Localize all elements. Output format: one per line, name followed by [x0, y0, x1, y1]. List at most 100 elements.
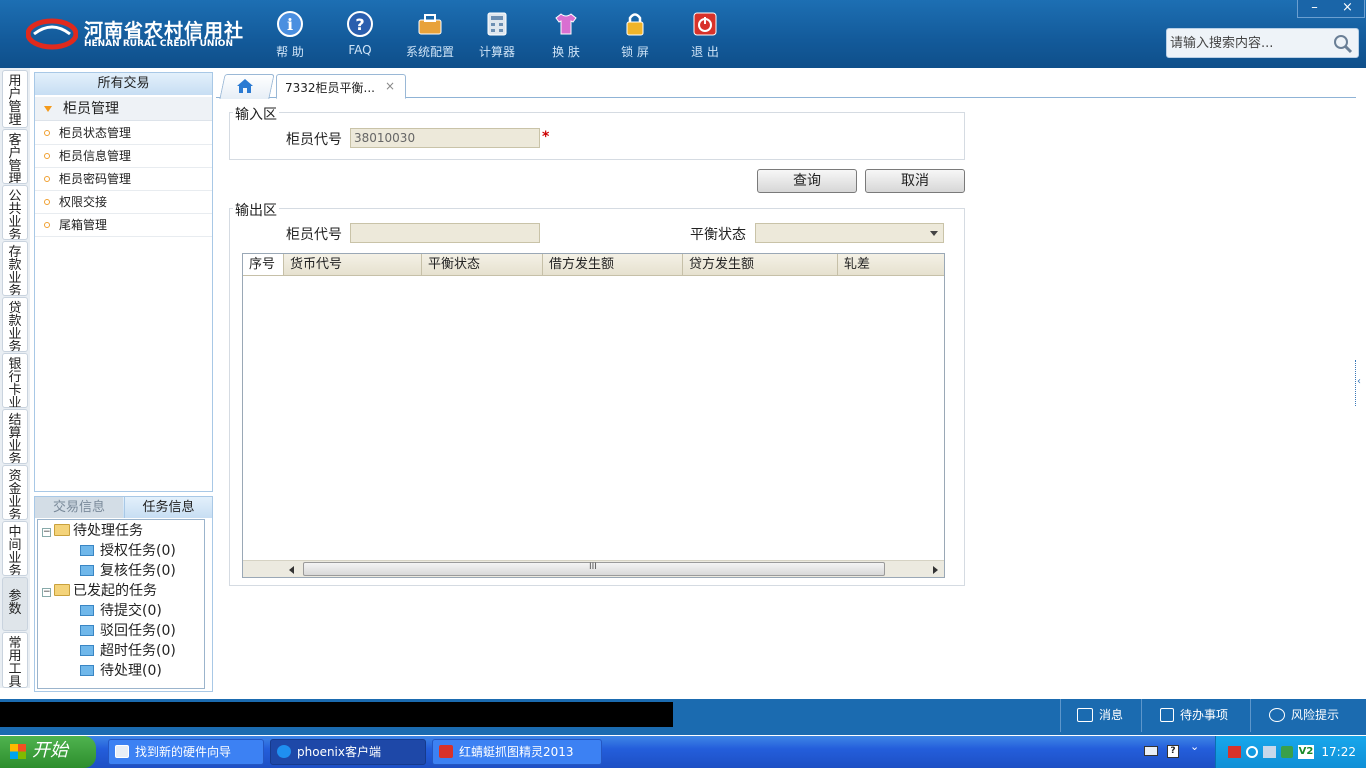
- nav-item-teller-status[interactable]: 柜员状态管理: [35, 122, 212, 145]
- taskbar-item-label: 找到新的硬件向导: [135, 745, 232, 759]
- search-box: [1166, 28, 1359, 58]
- query-button[interactable]: 查询: [757, 169, 857, 193]
- tree-node-authorization-tasks[interactable]: 授权任务(0): [80, 542, 176, 560]
- scroll-left-icon[interactable]: [289, 566, 294, 574]
- search-icon[interactable]: [1332, 33, 1354, 55]
- balance-status-select[interactable]: [755, 223, 944, 243]
- windows-taskbar: 开始 找到新的硬件向导 phoenix客户端 红蜻蜓抓图精灵2013 ? ⌄ V…: [0, 736, 1366, 768]
- vtab-loan-business[interactable]: 贷款业务: [2, 297, 28, 352]
- column-header-balance-status[interactable]: 平衡状态: [422, 254, 543, 276]
- tab-transaction-info[interactable]: 交易信息: [35, 497, 123, 518]
- tree-node-label: 超时任务(0): [100, 643, 176, 659]
- risk-label: 风险提示: [1291, 708, 1340, 722]
- tray-app-icon[interactable]: [1228, 746, 1241, 758]
- chevron-left-icon[interactable]: ‹: [1357, 376, 1361, 387]
- vtab-user-management[interactable]: 用户管理: [2, 70, 28, 128]
- todo-button[interactable]: 待办事项: [1141, 699, 1249, 732]
- tree-node-to-process[interactable]: 待处理(0): [80, 662, 162, 680]
- column-header-difference[interactable]: 轧差: [838, 254, 944, 276]
- collapse-icon[interactable]: −: [42, 528, 51, 537]
- tree-node-initiated-tasks[interactable]: − 已发起的任务: [42, 582, 157, 600]
- tree-node-label: 复核任务(0): [100, 563, 176, 579]
- start-button[interactable]: 开始: [0, 736, 96, 768]
- vtab-customer-management[interactable]: 客户管理: [2, 129, 28, 184]
- document-tab-bar: 7332柜员平衡... ×: [216, 72, 1356, 99]
- security-icon[interactable]: [1281, 746, 1293, 758]
- tree-node-timeout-tasks[interactable]: 超时任务(0): [80, 642, 176, 660]
- nav-item-label: 柜员信息管理: [59, 149, 132, 163]
- nav-panel-header[interactable]: 所有交易: [35, 73, 212, 95]
- nav-item-permission-handover[interactable]: 权限交接: [35, 191, 212, 214]
- required-marker: *: [542, 129, 550, 145]
- input-method-icon[interactable]: ⌄: [1190, 741, 1199, 752]
- teller-id-input[interactable]: [350, 128, 540, 148]
- bullet-icon: [44, 176, 50, 182]
- cancel-button[interactable]: 取消: [865, 169, 965, 193]
- teller-id-label: 柜员代号: [286, 132, 342, 148]
- system-tray: V2 17:22: [1215, 736, 1366, 768]
- wizard-icon: [115, 745, 129, 758]
- task-icon: [80, 645, 94, 656]
- scroll-right-icon[interactable]: [933, 566, 938, 574]
- column-header-debit-amount[interactable]: 借方发生额: [543, 254, 683, 276]
- column-header-credit-amount[interactable]: 贷方发生额: [683, 254, 838, 276]
- minimize-button[interactable]: –: [1298, 0, 1331, 17]
- output-teller-id-label: 柜员代号: [286, 227, 342, 243]
- tree-node-pending-tasks[interactable]: − 待处理任务: [42, 522, 143, 540]
- svg-text:?: ?: [355, 15, 364, 34]
- tree-node-to-submit[interactable]: 待提交(0): [80, 602, 162, 620]
- calculator-button[interactable]: 计算器: [467, 8, 527, 62]
- windows-flag-icon: [10, 744, 26, 759]
- envelope-icon: [1077, 708, 1093, 722]
- system-config-button[interactable]: 系统配置: [400, 8, 460, 62]
- tab-teller-balance[interactable]: 7332柜员平衡... ×: [276, 74, 406, 99]
- taskbar-item-screenshot-tool[interactable]: 红蜻蜓抓图精灵2013: [432, 739, 602, 765]
- help-tray-icon[interactable]: ?: [1167, 745, 1179, 758]
- tree-node-review-tasks[interactable]: 复核任务(0): [80, 562, 176, 580]
- bullet-icon: [44, 153, 50, 159]
- v2-icon[interactable]: V2: [1298, 745, 1314, 759]
- vtab-settlement-business[interactable]: 结算业务: [2, 409, 28, 464]
- bank-logo-icon: [26, 18, 78, 50]
- horizontal-scrollbar[interactable]: III: [243, 560, 944, 577]
- vtab-parameters[interactable]: 参数: [2, 577, 28, 631]
- message-button[interactable]: 消息: [1060, 699, 1140, 732]
- collapse-icon[interactable]: −: [42, 588, 51, 597]
- change-skin-button[interactable]: 换 肤: [536, 8, 596, 62]
- collapse-panel-handle[interactable]: ‹: [1354, 360, 1364, 406]
- column-header-currency[interactable]: 货币代号: [284, 254, 422, 276]
- devices-icon[interactable]: [1263, 746, 1276, 758]
- network-icon[interactable]: [1246, 746, 1258, 758]
- keyboard-icon[interactable]: [1144, 746, 1158, 756]
- lock-screen-button[interactable]: 锁 屏: [605, 8, 665, 62]
- logo-english: HENAN RURAL CREDIT UNION: [84, 39, 233, 49]
- vtab-public-business[interactable]: 公共业务: [2, 185, 28, 240]
- tab-task-info[interactable]: 任务信息: [124, 497, 212, 518]
- help-button[interactable]: i 帮 助: [260, 8, 320, 62]
- taskbar-item-hardware-wizard[interactable]: 找到新的硬件向导: [108, 739, 264, 765]
- tree-node-label: 待处理任务: [73, 523, 143, 539]
- column-header-index[interactable]: 序号: [243, 254, 284, 276]
- task-panel-tabs: 交易信息 任务信息: [35, 497, 212, 518]
- vtab-bank-card-business[interactable]: 银行卡业务: [2, 353, 28, 408]
- vtab-deposit-business[interactable]: 存款业务: [2, 241, 28, 296]
- vtab-common-tools[interactable]: 常用工具: [2, 632, 28, 688]
- nav-item-teller-password[interactable]: 柜员密码管理: [35, 168, 212, 191]
- faq-button[interactable]: ? FAQ: [330, 8, 390, 62]
- task-icon: [80, 605, 94, 616]
- search-input[interactable]: [1170, 33, 1325, 54]
- tree-node-rejected-tasks[interactable]: 驳回任务(0): [80, 622, 176, 640]
- logo: 河南省农村信用社 HENAN RURAL CREDIT UNION: [26, 14, 243, 54]
- tshirt-icon: [555, 13, 577, 35]
- close-window-button[interactable]: ×: [1331, 0, 1364, 17]
- home-icon[interactable]: [236, 78, 254, 94]
- nav-item-cash-box[interactable]: 尾箱管理: [35, 214, 212, 237]
- taskbar-item-phoenix-client[interactable]: phoenix客户端: [270, 739, 426, 765]
- nav-group-teller-management[interactable]: 柜员管理: [35, 97, 212, 121]
- risk-button[interactable]: 风险提示: [1250, 699, 1366, 732]
- nav-item-teller-info[interactable]: 柜员信息管理: [35, 145, 212, 168]
- vtab-funds-business[interactable]: 资金业务: [2, 465, 28, 520]
- close-tab-icon[interactable]: ×: [385, 79, 395, 93]
- vtab-intermediary-business[interactable]: 中间业务: [2, 521, 28, 576]
- exit-button[interactable]: 退 出: [675, 8, 735, 62]
